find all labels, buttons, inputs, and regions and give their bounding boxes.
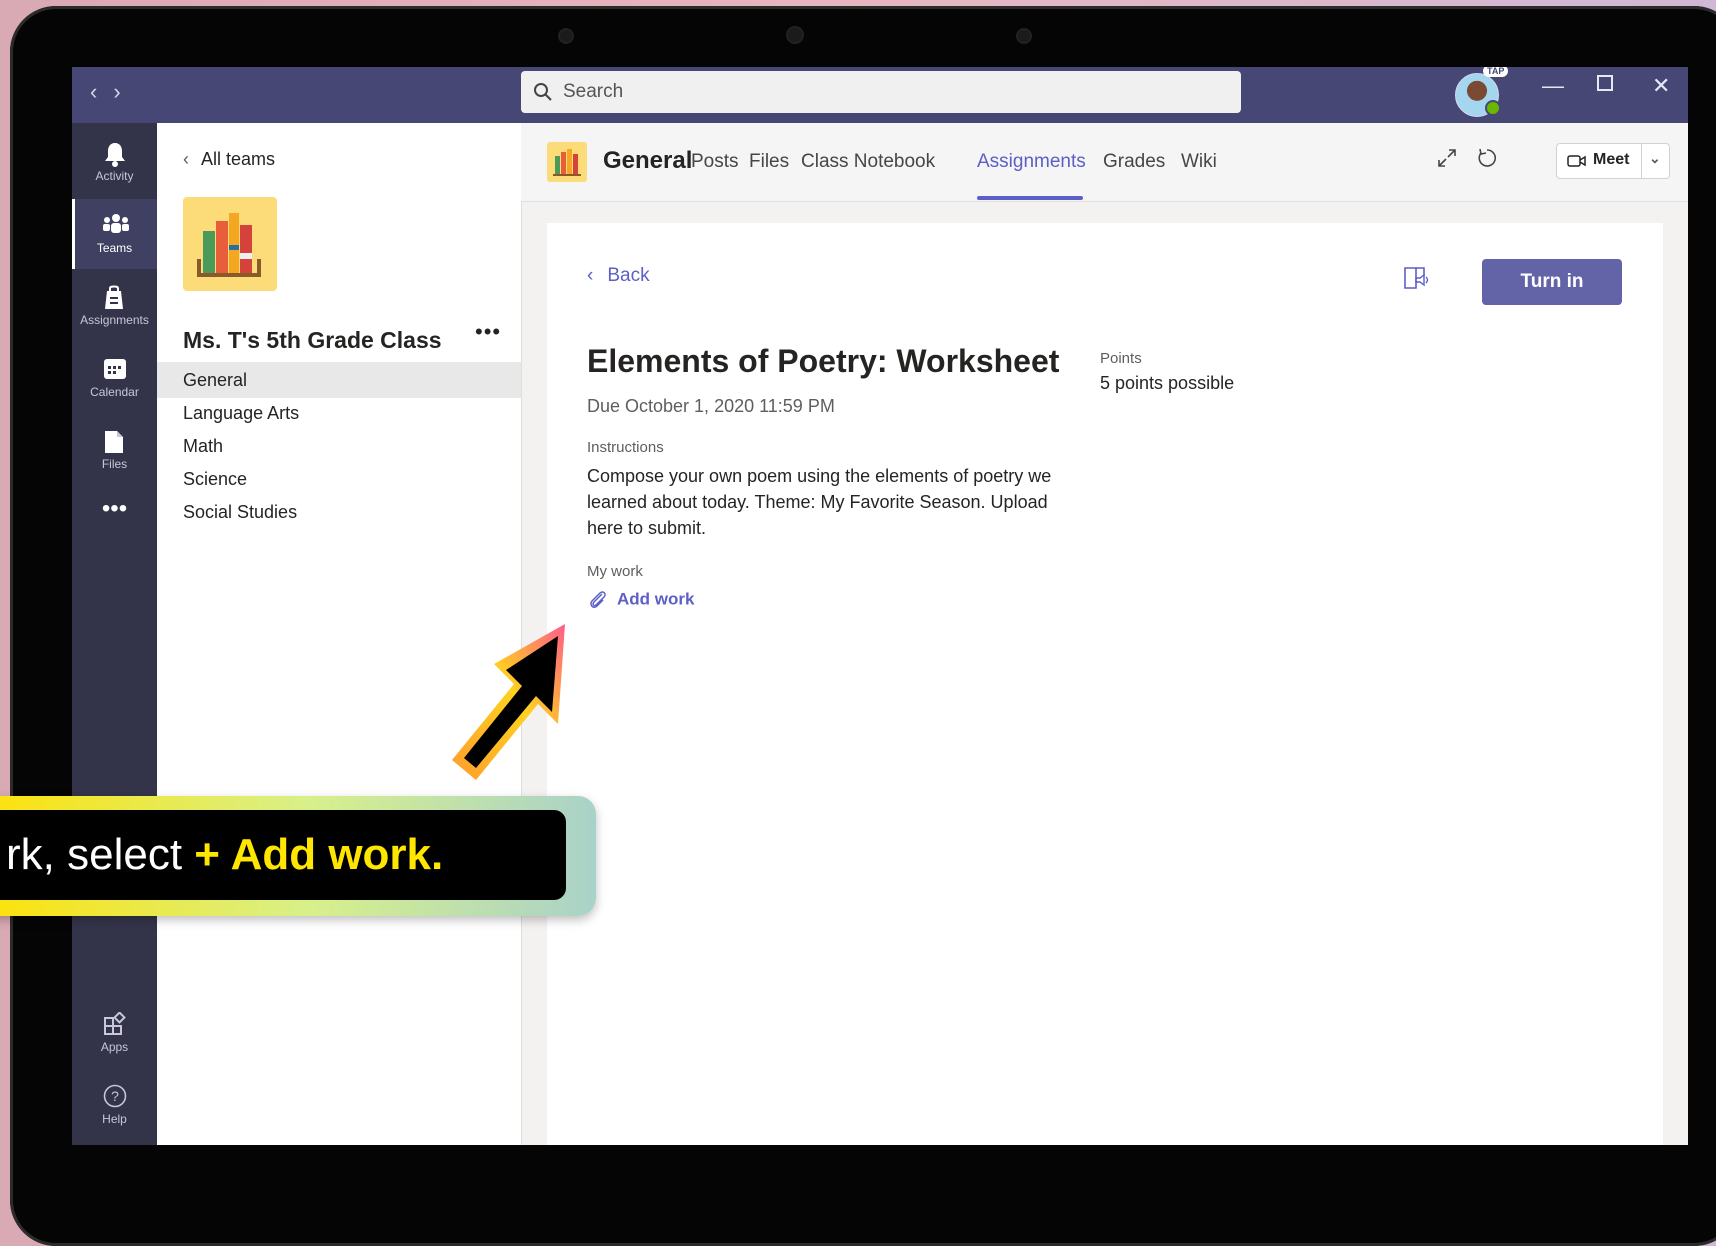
channel-logo xyxy=(547,142,587,182)
team-name: Ms. T's 5th Grade Class xyxy=(183,327,442,353)
points-value: 5 points possible xyxy=(1100,373,1235,393)
search-icon xyxy=(534,83,552,101)
expand-icon[interactable] xyxy=(1436,147,1458,174)
tab-class-notebook[interactable]: Class Notebook xyxy=(801,151,935,173)
active-tab-indicator xyxy=(977,196,1083,200)
more-icon: ••• xyxy=(101,495,128,522)
callout-text: rk, select xyxy=(6,830,195,879)
team-more-options-icon[interactable]: ••• xyxy=(475,319,501,345)
maximize-icon[interactable] xyxy=(1597,75,1613,91)
presence-available-icon xyxy=(1485,100,1501,116)
tab-files[interactable]: Files xyxy=(749,151,789,173)
search-input[interactable]: Search xyxy=(521,71,1241,113)
rail-item-calendar[interactable]: Calendar xyxy=(72,343,157,413)
rail-item-label: Assignments xyxy=(80,313,149,327)
rail-item-label: Activity xyxy=(95,169,134,183)
rail-more-button[interactable]: ••• xyxy=(72,487,157,531)
books-icon xyxy=(197,213,261,277)
forward-arrow-icon[interactable]: › xyxy=(113,79,136,104)
back-button[interactable]: ‹ Back xyxy=(587,265,650,287)
due-date: Due October 1, 2020 11:59 PM xyxy=(587,396,835,416)
channel-item-general[interactable]: General xyxy=(157,362,521,398)
title-bar: ‹› Search TAP — ✕ xyxy=(72,67,1688,123)
add-work-button[interactable]: Add work xyxy=(587,589,694,611)
channel-item-language-arts[interactable]: Language Arts xyxy=(157,395,521,431)
points-label: Points xyxy=(1100,350,1142,367)
rail-item-label: Help xyxy=(102,1112,127,1126)
paperclip-icon xyxy=(590,591,606,609)
assignments-icon xyxy=(105,285,123,309)
rail-item-files[interactable]: Files xyxy=(72,415,157,485)
refresh-icon[interactable] xyxy=(1476,147,1498,174)
rail-item-help[interactable]: ? Help xyxy=(72,1070,157,1140)
search-placeholder: Search xyxy=(563,81,624,102)
all-teams-label: All teams xyxy=(201,149,276,169)
camera-sensor xyxy=(1016,28,1032,44)
callout-text-box: rk, select + Add work. xyxy=(0,810,566,900)
team-logo xyxy=(183,197,277,291)
camera-sensor xyxy=(558,28,574,44)
channel-title: General xyxy=(603,147,693,174)
books-icon xyxy=(553,149,581,176)
rail-item-teams[interactable]: Teams xyxy=(72,199,157,269)
callout-highlight: + Add work. xyxy=(194,830,444,879)
instructions-label: Instructions xyxy=(587,439,664,456)
tab-assignments[interactable]: Assignments xyxy=(977,151,1086,173)
video-camera-icon xyxy=(1567,155,1586,167)
assignment-card: ‹ Back Turn in Elements of Poetry: Worksh… xyxy=(547,223,1663,1145)
svg-text:?: ? xyxy=(111,1088,119,1104)
back-arrow-icon[interactable]: ‹ xyxy=(90,79,113,104)
rail-item-label: Files xyxy=(101,457,128,471)
all-teams-link[interactable]: ‹ All teams xyxy=(183,149,275,170)
channel-item-social-studies[interactable]: Social Studies xyxy=(157,494,521,530)
teams-icon xyxy=(103,214,129,233)
chevron-left-icon: ‹ xyxy=(183,149,189,169)
channel-item-math[interactable]: Math xyxy=(157,428,521,464)
user-badge: TAP xyxy=(1483,67,1509,77)
tab-grades[interactable]: Grades xyxy=(1103,151,1165,173)
camera-lens xyxy=(786,26,804,44)
back-label: Back xyxy=(607,265,650,286)
immersive-reader-icon[interactable] xyxy=(1402,264,1430,297)
meet-button[interactable]: Meet ⌄ xyxy=(1556,143,1670,179)
pointer-arrow-icon xyxy=(452,624,565,780)
channel-header: General Posts Files Class Notebook Assig… xyxy=(521,123,1688,202)
teams-window: ‹› Search TAP — ✕ Activity Teams Assignm… xyxy=(72,67,1688,1145)
rail-item-label: Teams xyxy=(96,241,133,255)
channel-item-science[interactable]: Science xyxy=(157,461,521,497)
apps-icon xyxy=(104,1012,126,1035)
turn-in-button[interactable]: Turn in xyxy=(1482,259,1622,305)
minimize-icon[interactable]: — xyxy=(1542,73,1564,99)
add-work-label: Add work xyxy=(617,589,695,609)
bell-icon xyxy=(105,143,125,167)
rail-item-activity[interactable]: Activity xyxy=(72,127,157,197)
laptop-frame: ‹› Search TAP — ✕ Activity Teams Assignm… xyxy=(10,6,1716,1246)
tutorial-callout: rk, select + Add work. xyxy=(0,796,596,916)
instructions-text: Compose your own poem using the elements… xyxy=(587,466,1052,538)
tab-posts[interactable]: Posts xyxy=(691,151,739,173)
chevron-left-icon: ‹ xyxy=(587,265,594,286)
chevron-down-icon[interactable]: ⌄ xyxy=(1649,150,1661,167)
my-work-label: My work xyxy=(587,563,643,580)
rail-item-label: Calendar xyxy=(90,385,139,399)
close-icon[interactable]: ✕ xyxy=(1652,73,1670,99)
assignment-title: Elements of Poetry: Worksheet xyxy=(587,343,1060,379)
rail-item-assignments[interactable]: Assignments xyxy=(72,271,157,341)
history-nav: ‹› xyxy=(90,79,137,105)
meet-divider xyxy=(1641,144,1642,178)
rail-item-apps[interactable]: Apps xyxy=(72,998,157,1068)
meet-label: Meet xyxy=(1593,151,1630,168)
help-icon: ? xyxy=(103,1084,127,1108)
rail-item-label: Apps xyxy=(100,1040,129,1054)
files-icon xyxy=(105,431,123,453)
app-rail: Activity Teams Assignments Calendar File… xyxy=(72,123,157,1145)
tab-wiki[interactable]: Wiki xyxy=(1181,151,1217,173)
calendar-icon xyxy=(104,359,126,379)
